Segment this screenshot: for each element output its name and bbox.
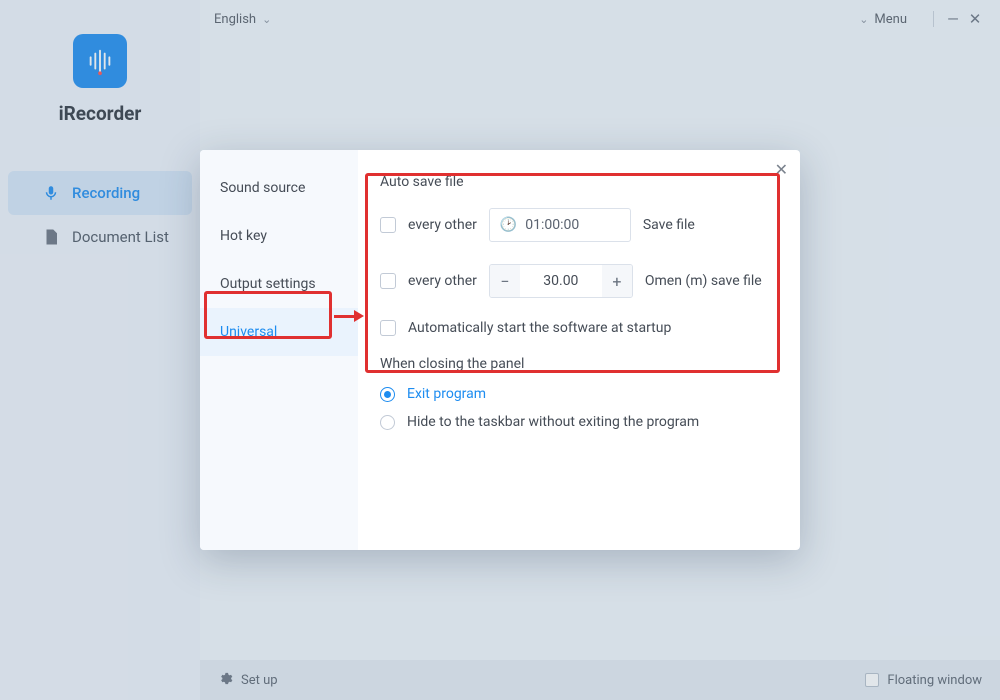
- size-stepper: − +: [489, 264, 633, 298]
- radio-icon: [380, 387, 395, 402]
- auto-save-time-row: every other 🕑 01:00:00 Save file: [380, 208, 776, 242]
- tab-label: Sound source: [220, 180, 305, 196]
- tab-sound-source[interactable]: Sound source: [200, 164, 358, 212]
- closing-title: When closing the panel: [380, 356, 776, 372]
- radio-icon: [380, 415, 395, 430]
- tab-hot-key[interactable]: Hot key: [200, 212, 358, 260]
- tab-label: Hot key: [220, 228, 267, 244]
- auto-save-time-checkbox[interactable]: [380, 217, 396, 233]
- omen-label: Omen (m) save file: [645, 273, 762, 289]
- settings-panel-universal: ✕ Auto save file every other 🕑 01:00:00 …: [358, 150, 800, 550]
- radio-hide-to-taskbar[interactable]: Hide to the taskbar without exiting the …: [380, 414, 776, 430]
- settings-tabs: Sound source Hot key Output settings Uni…: [200, 150, 358, 550]
- auto-start-checkbox[interactable]: [380, 320, 396, 336]
- tab-label: Universal: [220, 324, 277, 340]
- clock-icon: 🕑: [500, 217, 517, 233]
- tab-output-settings[interactable]: Output settings: [200, 260, 358, 308]
- settings-dialog: Sound source Hot key Output settings Uni…: [200, 150, 800, 550]
- auto-save-size-row: every other − + Omen (m) save file: [380, 264, 776, 298]
- every-other-label: every other: [408, 273, 477, 289]
- every-other-label: every other: [408, 217, 477, 233]
- time-value: 01:00:00: [525, 217, 579, 233]
- radio-exit-program[interactable]: Exit program: [380, 386, 776, 402]
- auto-save-size-checkbox[interactable]: [380, 273, 396, 289]
- tab-universal[interactable]: Universal: [200, 308, 358, 356]
- save-file-label: Save file: [643, 217, 695, 233]
- auto-start-label: Automatically start the software at star…: [408, 320, 671, 336]
- dialog-close-button[interactable]: ✕: [775, 160, 788, 179]
- size-input[interactable]: [520, 265, 602, 297]
- auto-start-row: Automatically start the software at star…: [380, 320, 776, 336]
- stepper-increase-button[interactable]: +: [602, 265, 632, 297]
- radio-label: Hide to the taskbar without exiting the …: [407, 414, 699, 430]
- tab-label: Output settings: [220, 276, 316, 292]
- radio-label: Exit program: [407, 386, 486, 402]
- auto-save-title: Auto save file: [380, 174, 776, 190]
- time-interval-input[interactable]: 🕑 01:00:00: [489, 208, 631, 242]
- stepper-decrease-button[interactable]: −: [490, 265, 520, 297]
